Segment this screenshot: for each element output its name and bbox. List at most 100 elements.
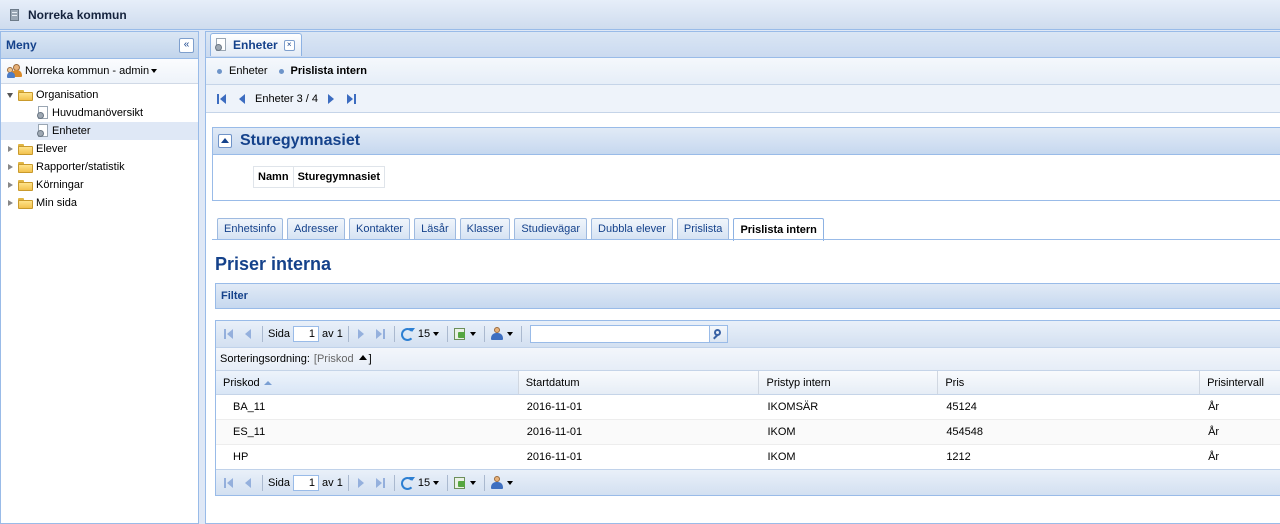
separator xyxy=(484,326,486,342)
folder-icon xyxy=(18,161,33,173)
chevron-down-icon xyxy=(507,480,514,485)
previous-record-icon[interactable] xyxy=(235,92,249,106)
filter-panel[interactable]: Filter xyxy=(215,283,1280,309)
export-icon[interactable] xyxy=(453,327,467,341)
first-record-icon[interactable] xyxy=(215,92,229,106)
cell-prisintervall: År xyxy=(1208,426,1220,438)
tab-divider xyxy=(212,239,1280,240)
breadcrumb-link-enheter[interactable]: Enheter xyxy=(229,65,268,77)
tab-label: Enheter xyxy=(233,38,278,52)
refresh-icon[interactable] xyxy=(400,327,415,341)
filter-label: Filter xyxy=(221,290,248,302)
breadcrumb: Enheter Prislista intern xyxy=(206,58,1280,85)
collapse-panel-icon[interactable] xyxy=(218,134,232,148)
next-page-icon[interactable] xyxy=(354,327,368,341)
grid-header: Priskod Startdatum Pristyp intern Pris P… xyxy=(216,371,1280,395)
chevron-down-icon xyxy=(433,332,440,336)
tab-kontakter[interactable]: Kontakter xyxy=(349,218,411,239)
column-header-pris[interactable]: Pris xyxy=(938,371,1201,394)
refresh-icon[interactable] xyxy=(400,476,415,490)
page-label: Sida xyxy=(268,328,291,340)
separator xyxy=(347,474,349,491)
tree-item-label: Rapporter/statistik xyxy=(36,161,125,173)
unit-panel-header: Sturegymnasiet xyxy=(213,128,1280,155)
folder-icon xyxy=(18,143,33,155)
tab-enhetsinfo[interactable]: Enhetsinfo xyxy=(217,218,283,239)
tab-studievagar[interactable]: Studievägar xyxy=(514,218,588,239)
tree-item-min-sida[interactable]: Min sida xyxy=(1,194,198,212)
breadcrumb-current: Prislista intern xyxy=(290,65,367,77)
tree-item-rapporter[interactable]: Rapporter/statistik xyxy=(1,158,198,176)
export-icon[interactable] xyxy=(453,476,467,490)
column-header-pristyp[interactable]: Pristyp intern xyxy=(759,371,939,394)
page-number-input[interactable]: 1 xyxy=(293,474,320,491)
collapsed-arrow-icon[interactable] xyxy=(7,199,14,207)
page-size-select[interactable]: 15 xyxy=(418,477,430,489)
search-icon[interactable] xyxy=(710,325,729,343)
cell-pristyp: IKOM xyxy=(767,451,796,463)
tree-item-organisation[interactable]: Organisation xyxy=(1,86,198,104)
unit-info-table: Namn Sturegymnasiet xyxy=(253,166,386,188)
tab-adresser[interactable]: Adresser xyxy=(286,218,346,239)
tab-dubbla-elever[interactable]: Dubbla elever xyxy=(591,218,673,239)
close-icon[interactable]: × xyxy=(283,39,295,51)
tab-prislista-intern[interactable]: Prislista intern xyxy=(733,218,824,241)
cell-prisintervall: År xyxy=(1208,451,1220,463)
tab-prislista[interactable]: Prislista xyxy=(676,218,730,239)
first-page-icon[interactable] xyxy=(222,327,236,341)
collapsed-arrow-icon[interactable] xyxy=(7,181,14,189)
tab-lasar[interactable]: Läsår xyxy=(414,218,456,239)
cell-startdatum: 2016-11-01 xyxy=(526,451,583,463)
next-record-icon[interactable] xyxy=(324,92,338,106)
collapsed-arrow-icon[interactable] xyxy=(7,145,14,153)
table-row[interactable]: BA_11 2016-11-01 IKOMSÄR 45124 År xyxy=(216,395,1280,420)
tab-klasser[interactable]: Klasser xyxy=(459,218,511,239)
previous-page-icon[interactable] xyxy=(241,476,255,490)
sort-field[interactable]: [Priskod xyxy=(314,353,354,365)
page-count: av 1 xyxy=(322,328,343,340)
page-number-input[interactable]: 1 xyxy=(293,326,320,342)
tree-item-korningar[interactable]: Körningar xyxy=(1,176,198,194)
tree-item-huvudmanoversikt[interactable]: Huvudmanöversikt xyxy=(1,104,198,122)
next-page-icon[interactable] xyxy=(354,476,368,490)
sort-order-bar: Sorteringsordning: [Priskod ] xyxy=(216,348,1280,371)
cell-startdatum: 2016-11-01 xyxy=(526,401,583,413)
tree-item-elever[interactable]: Elever xyxy=(1,140,198,158)
bullet-icon xyxy=(278,68,284,74)
last-page-icon[interactable] xyxy=(373,327,387,341)
unit-panel: Sturegymnasiet Namn Sturegymnasiet xyxy=(212,127,1280,201)
column-header-priskod[interactable]: Priskod xyxy=(216,371,519,394)
user-icon[interactable] xyxy=(490,475,504,490)
table-row[interactable]: ES_11 2016-11-01 IKOM 454548 År xyxy=(216,420,1280,445)
cell-pris: 1212 xyxy=(946,451,971,463)
previous-page-icon[interactable] xyxy=(241,327,255,341)
last-record-icon[interactable] xyxy=(344,92,358,106)
separator xyxy=(484,474,486,491)
column-label: Priskod xyxy=(223,376,260,389)
tree-item-label: Elever xyxy=(36,143,68,155)
users-icon xyxy=(7,64,23,78)
expanded-arrow-icon[interactable] xyxy=(7,92,14,99)
search-input[interactable] xyxy=(530,325,711,343)
sidebar-header: Meny « xyxy=(1,32,198,59)
tab-enheter[interactable]: Enheter × xyxy=(210,33,302,56)
user-menu[interactable]: Norreka kommun - admin xyxy=(1,59,198,84)
prices-grid: Sida 1 av 1 15 Sorteringsordning: [Prisk… xyxy=(215,320,1280,496)
collapse-sidebar-icon[interactable]: « xyxy=(179,37,194,53)
user-icon[interactable] xyxy=(490,327,504,341)
chevron-down-icon xyxy=(433,480,440,485)
column-header-prisintervall[interactable]: Prisintervall xyxy=(1200,371,1280,394)
column-header-startdatum[interactable]: Startdatum xyxy=(519,371,760,394)
separator xyxy=(393,474,395,491)
field-label: Namn xyxy=(253,166,294,188)
chevron-down-icon xyxy=(507,332,514,336)
last-page-icon[interactable] xyxy=(373,476,387,490)
table-row[interactable]: HP 2016-11-01 IKOM 1212 År xyxy=(216,445,1280,470)
sort-close: ] xyxy=(368,353,372,365)
first-page-icon[interactable] xyxy=(222,476,236,490)
unit-title: Sturegymnasiet xyxy=(240,132,361,149)
collapsed-arrow-icon[interactable] xyxy=(7,163,14,171)
tree-item-enheter[interactable]: Enheter xyxy=(1,122,198,140)
page-size-select[interactable]: 15 xyxy=(418,328,430,340)
detail-tabs: Enhetsinfo Adresser Kontakter Läsår Klas… xyxy=(217,218,828,241)
